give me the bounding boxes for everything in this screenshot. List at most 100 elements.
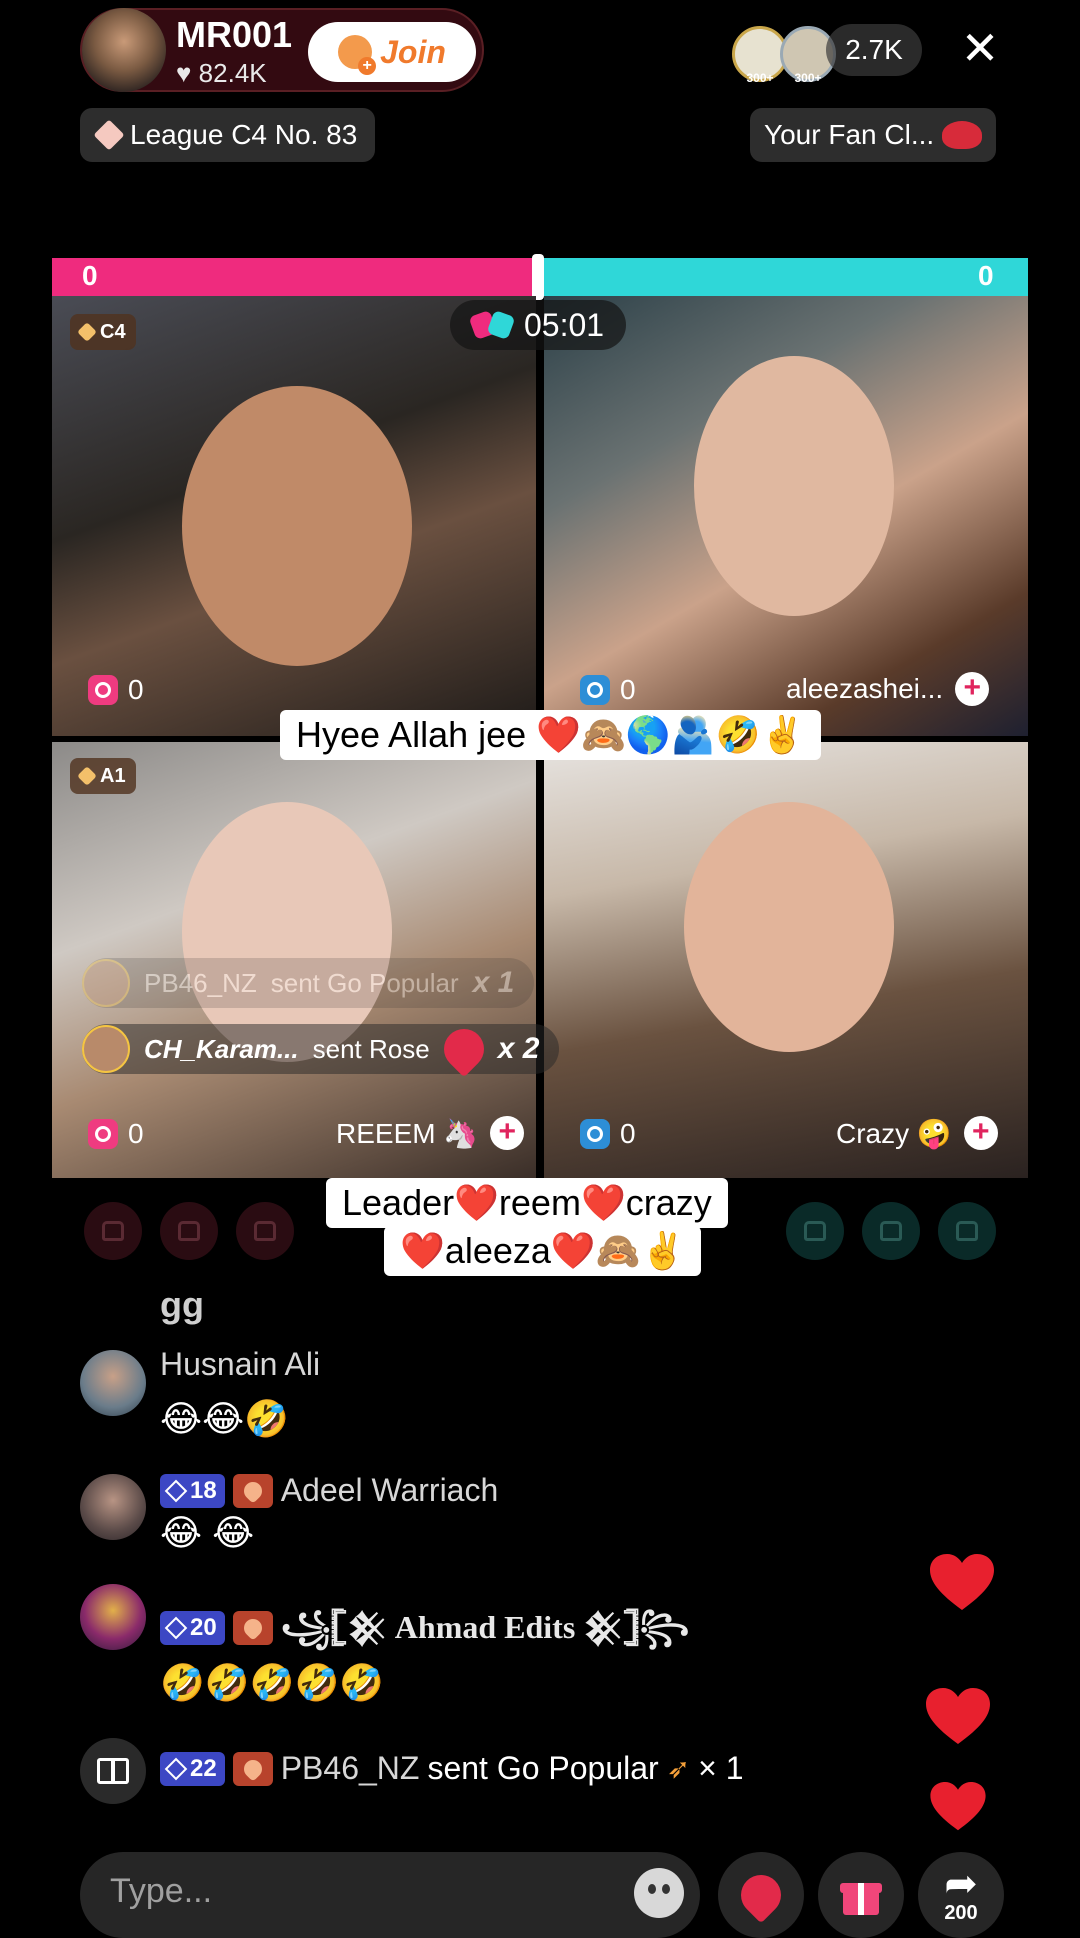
- video-tile-guest-3[interactable]: [544, 742, 1028, 1178]
- score-bar-left: [52, 258, 540, 296]
- gift-text: sent Go Popular: [270, 967, 459, 998]
- rose-gift-button[interactable]: [718, 1852, 804, 1938]
- join-label: Join: [380, 33, 446, 70]
- level-value: 20: [190, 1614, 217, 1641]
- guest-name: REEEM 🦄: [336, 1117, 479, 1149]
- share-button[interactable]: ➦ 200: [918, 1852, 1004, 1938]
- gift-text: sent Rose: [312, 1033, 430, 1064]
- floating-heart-icon: [930, 1782, 986, 1831]
- avatar: [82, 1025, 130, 1073]
- video-tile-host[interactable]: [52, 296, 536, 736]
- caption-middle-line2: ❤️aleeza❤️🙈✌️: [384, 1226, 702, 1276]
- guest-name-tag-3[interactable]: Crazy 🤪 +: [836, 1116, 998, 1150]
- viewer-count[interactable]: 2.7K: [826, 24, 922, 76]
- chat-username[interactable]: Husnain Ali: [160, 1346, 320, 1383]
- chat-message-text: 😂 😂: [160, 1512, 255, 1553]
- host-avatar[interactable]: [82, 8, 166, 92]
- tile-count-1: 0: [88, 674, 144, 706]
- seat-red-1[interactable]: [84, 1202, 142, 1260]
- tile-count-2: 0: [580, 674, 636, 706]
- seat-teal-3[interactable]: [938, 1202, 996, 1260]
- follow-plus-icon[interactable]: +: [955, 672, 990, 706]
- tile-count-3: 0: [88, 1118, 144, 1150]
- follow-plus-icon[interactable]: +: [490, 1116, 525, 1150]
- gift-button[interactable]: [818, 1852, 904, 1938]
- seat-teal-1[interactable]: [786, 1202, 844, 1260]
- chat-partial-message: gg: [160, 1284, 204, 1325]
- gem-icon: [164, 1757, 188, 1780]
- level-value: 18: [190, 1476, 217, 1504]
- guest-name-tag-1[interactable]: aleezashei... +: [786, 672, 990, 706]
- gift-user: PB46_NZ: [144, 967, 257, 998]
- video-feed: [694, 356, 894, 616]
- level-badge: 20: [160, 1611, 225, 1645]
- chair-icon: [254, 1221, 276, 1241]
- chat-gift-combo: × 1: [698, 1750, 744, 1786]
- emoji-icon[interactable]: [634, 1868, 684, 1918]
- guest-name-tag-2[interactable]: REEEM 🦄 +: [336, 1116, 525, 1150]
- count-value: 0: [128, 1118, 144, 1149]
- comment-placeholder: Type...: [110, 1872, 213, 1910]
- lips-icon: [942, 121, 983, 149]
- score-divider: [532, 254, 544, 300]
- follow-plus-icon[interactable]: +: [963, 1116, 998, 1150]
- chair-icon: [880, 1221, 902, 1241]
- gift-notification: CH_Karam... sent Rose x 2: [82, 1020, 560, 1078]
- timer-value: 05:01: [524, 306, 605, 343]
- share-count: 200: [944, 1901, 978, 1924]
- chat-username[interactable]: Adeel Warriach: [281, 1472, 499, 1509]
- heart-icon: [239, 1615, 266, 1641]
- league-label: League C4 No. 83: [130, 119, 358, 150]
- diamond-icon: [93, 119, 125, 151]
- rank-tag-host: C4: [70, 314, 136, 350]
- host-likes-value: 82.4K: [198, 58, 267, 88]
- count-value: 0: [128, 674, 144, 705]
- score-bar-right: [540, 258, 1028, 296]
- chat-username[interactable]: ꧁𓊈𒆜 Ahmad Edits 𒆜𓊉꧂: [281, 1588, 690, 1668]
- score-right: 0: [978, 260, 994, 291]
- level-badge: 18: [160, 1473, 225, 1508]
- video-tile-guest-1[interactable]: [544, 296, 1028, 736]
- gem-icon: [164, 1616, 188, 1640]
- gift-combo: x 2: [497, 1032, 540, 1065]
- score-left: 0: [82, 260, 98, 291]
- seat-red-3[interactable]: [236, 1202, 294, 1260]
- seat-red-2[interactable]: [160, 1202, 218, 1260]
- gift-notification-old: PB46_NZ sent Go Popular x 1: [82, 958, 535, 1008]
- video-feed: [182, 802, 392, 1062]
- chat-header-row: 18 Adeel Warriach: [160, 1472, 498, 1509]
- floating-heart-icon: [930, 1554, 994, 1610]
- fan-heart-badge: [232, 1751, 273, 1786]
- close-icon[interactable]: ✕: [958, 25, 1002, 71]
- avatar[interactable]: [80, 1584, 146, 1650]
- heart-plus-icon: [338, 35, 377, 75]
- gift-combo: x 1: [472, 966, 515, 999]
- floating-heart-icon: [926, 1688, 990, 1744]
- avatar[interactable]: [80, 1474, 146, 1540]
- seat-teal-2[interactable]: [862, 1202, 920, 1260]
- join-button[interactable]: Join: [308, 22, 476, 82]
- rank-label: C4: [100, 320, 126, 343]
- level-value: 22: [190, 1754, 217, 1782]
- video-feed: [182, 386, 412, 666]
- chat-gift-text: sent Go Popular: [427, 1750, 659, 1786]
- avatar[interactable]: [80, 1350, 146, 1416]
- gem-icon: [164, 1479, 188, 1502]
- gift-event-icon: [80, 1738, 146, 1804]
- tile-count-4: 0: [580, 1118, 636, 1150]
- battle-timer: 05:01: [450, 300, 627, 350]
- clock-icon: [88, 1119, 118, 1149]
- count-value: 0: [620, 674, 636, 705]
- fan-club-button[interactable]: Your Fan Cl...: [750, 108, 997, 162]
- chair-icon: [956, 1221, 978, 1241]
- chat-gift-row: 22 PB46_NZ sent Go Popular ➶ × 1: [160, 1750, 744, 1787]
- rank-tag-guest-2: A1: [70, 758, 136, 794]
- guest-name: aleezashei...: [786, 673, 944, 704]
- chat-username[interactable]: PB46_NZ: [281, 1750, 420, 1787]
- host-name: MR001: [176, 14, 293, 55]
- caption-middle-line1: Leader❤️reem❤️crazy: [326, 1178, 728, 1228]
- viewer-badge-1: 300+: [746, 71, 774, 85]
- gift-icon: [97, 1758, 129, 1784]
- league-badge[interactable]: League C4 No. 83: [80, 108, 376, 162]
- chair-icon: [804, 1221, 826, 1241]
